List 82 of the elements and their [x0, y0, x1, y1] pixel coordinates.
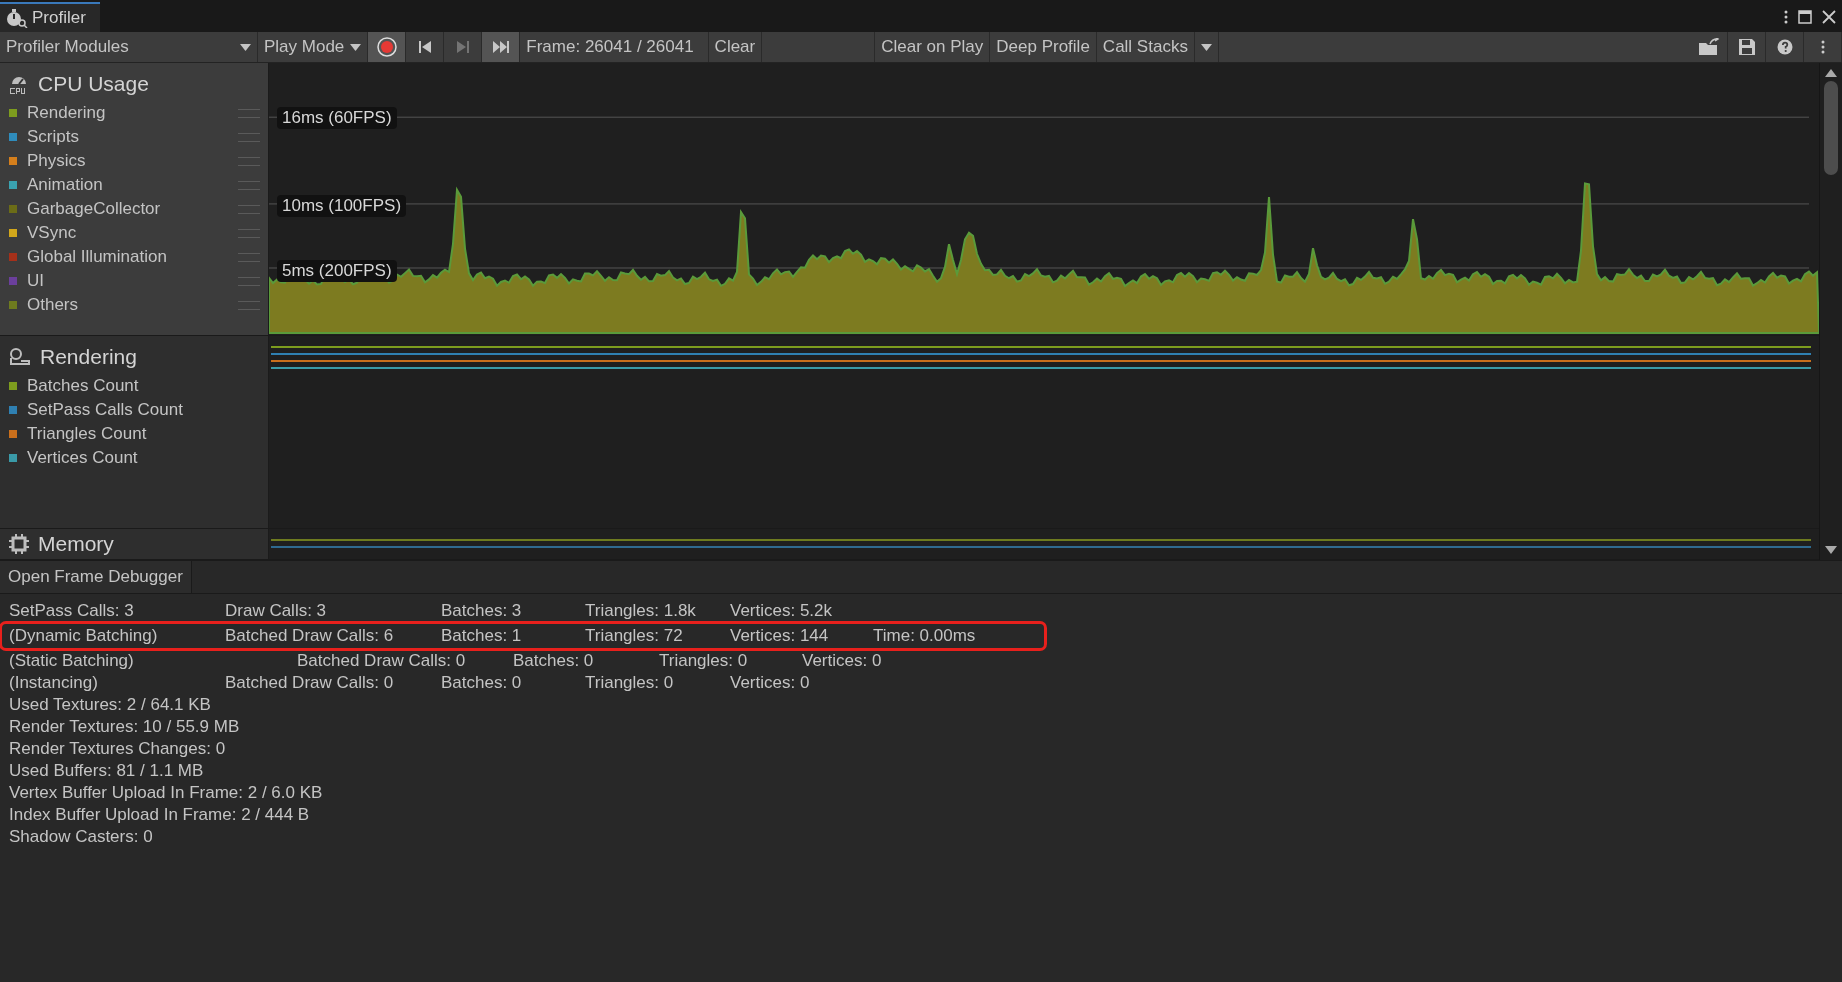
legend-label[interactable]: Physics [27, 151, 238, 171]
drag-handle-icon[interactable] [238, 276, 260, 286]
legend-label[interactable]: Triangles Count [27, 424, 260, 444]
stat-text: Batched Draw Calls: 0 [297, 650, 467, 672]
stat-text: (Static Batching) [9, 650, 135, 672]
guide-label: 5ms (200FPS) [277, 260, 397, 282]
drag-handle-icon[interactable] [238, 252, 260, 262]
stat-text: Index Buffer Upload In Frame: 2 / 444 B [9, 804, 311, 826]
stat-text: Vertex Buffer Upload In Frame: 2 / 6.0 KB [9, 782, 324, 804]
more-options-icon[interactable] [1784, 10, 1788, 24]
stat-text: Vertices: 144 [730, 625, 830, 647]
stat-text: Triangles: 0 [585, 672, 675, 694]
module-title: CPU Usage [38, 72, 149, 96]
legend-label[interactable]: Rendering [27, 103, 238, 123]
record-icon [375, 36, 398, 58]
frame-debugger-button[interactable]: Open Frame Debugger [0, 561, 192, 593]
stat-text: Shadow Casters: 0 [9, 826, 154, 848]
stat-text: (Dynamic Batching) [9, 625, 159, 647]
caret-icon [1200, 43, 1212, 51]
stat-text: Batches: 0 [513, 650, 595, 672]
caret-icon [350, 43, 362, 51]
stat-text: Vertices: 5.2k [730, 600, 834, 622]
guide-label: 16ms (60FPS) [277, 107, 397, 129]
legend-label[interactable]: VSync [27, 223, 238, 243]
teapot-icon [8, 346, 32, 368]
stat-text: Used Textures: 2 / 64.1 KB [9, 694, 212, 716]
stat-text: Batches: 0 [441, 672, 523, 694]
window-tab[interactable]: Profiler [0, 2, 100, 32]
stat-text: Vertices: 0 [730, 672, 811, 694]
legend-label[interactable]: Vertices Count [27, 448, 260, 468]
scroll-up-icon[interactable] [1825, 69, 1837, 77]
chip-icon [8, 533, 30, 555]
module-panel[interactable]: Memory [0, 529, 269, 559]
guide-label: 10ms (100FPS) [277, 195, 407, 217]
stat-text: Triangles: 72 [585, 625, 684, 647]
stat-text: Render Textures: 10 / 55.9 MB [9, 716, 241, 738]
module-title: Rendering [40, 345, 137, 369]
stat-text: Used Buffers: 81 / 1.1 MB [9, 760, 205, 782]
module-panel[interactable]: CPU Usage Rendering Scripts Physics Animation GarbageCollector VSync Global Illumination UI Others [0, 63, 269, 335]
legend-label[interactable]: GarbageCollector [27, 199, 238, 219]
caret-icon [240, 43, 251, 51]
module-title: Memory [38, 532, 114, 556]
stat-text: Vertices: 0 [802, 650, 883, 672]
stat-text: Render Textures Changes: 0 [9, 738, 227, 760]
first-frame-icon [417, 40, 432, 54]
legend-label[interactable]: Scripts [27, 127, 238, 147]
drag-handle-icon[interactable] [238, 228, 260, 238]
stat-text: Batches: 1 [441, 625, 523, 647]
stat-text: Triangles: 0 [659, 650, 749, 672]
stat-text: Time: 0.00ms [873, 625, 977, 647]
legend-label[interactable]: Batches Count [27, 376, 260, 396]
stat-text: Triangles: 1.8k [585, 600, 697, 622]
drag-handle-icon[interactable] [238, 300, 260, 310]
scroll-down-icon[interactable] [1825, 546, 1837, 554]
record-button[interactable] [368, 32, 407, 62]
frame-counter: Frame: 26041 / 26041 [520, 32, 709, 62]
legend-label[interactable]: UI [27, 271, 238, 291]
maximize-icon[interactable] [1798, 10, 1812, 24]
stat-text: Batches: 3 [441, 600, 523, 622]
scroll-thumb[interactable] [1824, 81, 1838, 175]
drag-handle-icon[interactable] [238, 156, 260, 166]
legend-label[interactable]: Global Illumination [27, 247, 238, 267]
next-frame-icon [455, 40, 470, 54]
legend-label[interactable]: Animation [27, 175, 238, 195]
stat-text: Batched Draw Calls: 6 [225, 625, 395, 647]
legend-label[interactable]: Others [27, 295, 238, 315]
stat-text: (Instancing) [9, 672, 99, 694]
drag-handle-icon[interactable] [238, 204, 260, 214]
scrollbar[interactable] [1819, 63, 1842, 560]
stat-text: SetPass Calls: 3 [9, 600, 135, 622]
legend-label[interactable]: SetPass Calls Count [27, 400, 260, 420]
drag-handle-icon[interactable] [238, 132, 260, 142]
drag-handle-icon[interactable] [238, 108, 260, 118]
frame-nav-button[interactable] [482, 32, 521, 62]
close-icon[interactable] [1822, 10, 1836, 24]
stat-text: Draw Calls: 3 [225, 600, 328, 622]
drag-handle-icon[interactable] [238, 180, 260, 190]
module-panel[interactable]: Rendering Batches Count SetPass Calls Count Triangles Count Vertices Count [0, 336, 269, 528]
stopwatch-icon [6, 8, 28, 28]
stat-text: Batched Draw Calls: 0 [225, 672, 395, 694]
last-frame-icon [491, 40, 510, 54]
tab-title: Profiler [32, 8, 86, 28]
